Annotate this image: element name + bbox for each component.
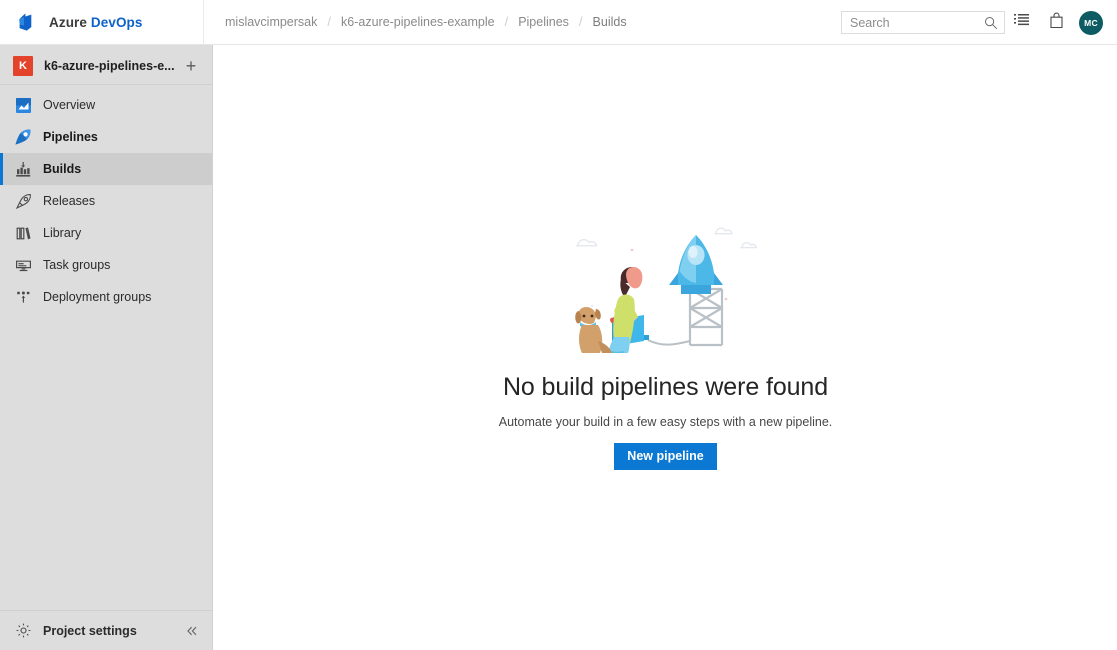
add-project-button[interactable]: + <box>180 55 202 77</box>
deployment-groups-icon <box>13 287 33 307</box>
releases-rocket-icon <box>13 191 33 211</box>
rocket-launch-illustration <box>566 223 766 355</box>
avatar[interactable]: MC <box>1079 10 1103 35</box>
chevron-double-left-icon[interactable] <box>182 621 202 641</box>
backlog-list-icon <box>1014 13 1030 32</box>
sidebar-item-label: Pipelines <box>43 130 98 144</box>
top-bar: Azure DevOps mislavcimpersak / k6-azure-… <box>0 0 1117 45</box>
empty-state-subtitle: Automate your build in a few easy steps … <box>498 415 833 429</box>
pipelines-rocket-icon <box>13 127 33 147</box>
breadcrumb: mislavcimpersak / k6-azure-pipelines-exa… <box>216 0 636 44</box>
sidebar-nav: Overview Pipelines Builds Releases Libra… <box>0 85 212 313</box>
sidebar-item-pipelines[interactable]: Pipelines <box>0 121 212 153</box>
sidebar-item-overview[interactable]: Overview <box>0 89 212 121</box>
marketplace-button[interactable] <box>1039 0 1073 45</box>
breadcrumb-separator: / <box>504 13 509 29</box>
sidebar-item-label: Releases <box>43 194 96 208</box>
project-settings-label: Project settings <box>43 623 137 638</box>
marketplace-bag-icon <box>1049 12 1064 34</box>
breadcrumb-separator: / <box>578 13 583 29</box>
main-content: No build pipelines were found Automate y… <box>214 45 1117 650</box>
backlog-list-button[interactable] <box>1005 0 1039 45</box>
project-header[interactable]: K k6-azure-pipelines-e... + <box>0 47 212 85</box>
overview-dashboard-icon <box>13 95 33 115</box>
sidebar-item-builds[interactable]: Builds <box>0 153 212 185</box>
search-box[interactable] <box>841 11 1005 34</box>
search-input[interactable] <box>842 12 1004 33</box>
sidebar-item-label: Overview <box>43 98 96 112</box>
gear-icon <box>13 621 33 641</box>
breadcrumb-item-pipelines[interactable]: Pipelines <box>509 15 578 29</box>
new-pipeline-button[interactable]: New pipeline <box>614 443 717 470</box>
page-title: No build pipelines were found <box>502 373 829 401</box>
sidebar-item-task-groups[interactable]: Task groups <box>0 249 212 281</box>
sidebar-item-label: Library <box>43 226 82 240</box>
empty-state: No build pipelines were found Automate y… <box>214 223 1117 470</box>
brand-azure: Azure <box>49 14 88 30</box>
task-groups-icon <box>13 255 33 275</box>
sidebar-item-label: Task groups <box>43 258 111 272</box>
brand-home-link[interactable]: Azure DevOps <box>0 0 204 44</box>
project-avatar: K <box>13 55 33 76</box>
sidebar-item-label: Deployment groups <box>43 290 152 304</box>
sidebar-item-label: Builds <box>43 162 82 176</box>
sidebar-item-library[interactable]: Library <box>0 217 212 249</box>
top-bar-actions: MC <box>841 0 1107 45</box>
azure-devops-logo-icon <box>16 11 38 33</box>
breadcrumb-item-organization[interactable]: mislavcimpersak <box>216 15 326 29</box>
breadcrumb-item-project[interactable]: k6-azure-pipelines-example <box>332 15 504 29</box>
breadcrumb-item-builds[interactable]: Builds <box>584 15 636 29</box>
sidebar-item-deployment-groups[interactable]: Deployment groups <box>0 281 212 313</box>
search-icon <box>984 16 998 35</box>
brand-label: Azure DevOps <box>49 15 143 30</box>
project-name[interactable]: k6-azure-pipelines-e... <box>44 59 180 73</box>
sidebar: K k6-azure-pipelines-e... + Overview Pip… <box>0 45 213 650</box>
project-settings-row[interactable]: Project settings <box>0 610 212 650</box>
builds-icon <box>13 159 33 179</box>
sidebar-item-releases[interactable]: Releases <box>0 185 212 217</box>
brand-devops: DevOps <box>90 14 143 30</box>
library-books-icon <box>13 223 33 243</box>
breadcrumb-separator: / <box>327 13 332 29</box>
